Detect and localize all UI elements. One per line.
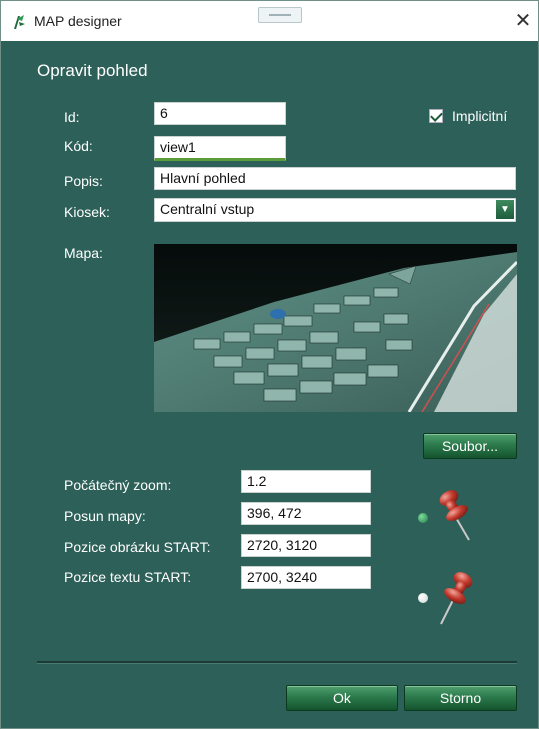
chevron-down-icon[interactable]: ▼ [496,200,514,219]
pushpin-icon[interactable] [435,570,479,633]
id-label: Id: [64,109,80,125]
footer-divider [37,661,517,663]
kiosk-selected-value: Centralní vstup [160,201,255,217]
map-designer-dialog: MAP designer ✕ Opravit pohled Id: 6 Impl… [0,0,539,729]
text-position-label: Pozice textu START: [64,569,192,585]
text-position-field[interactable]: 2700, 3240 [241,566,371,589]
cancel-button[interactable]: Storno [404,685,517,711]
map-designer-app-icon [10,13,28,31]
zoom-label: Počátečný zoom: [64,477,172,493]
description-field[interactable]: Hlavní pohled [154,167,516,190]
window-title: MAP designer [34,13,122,29]
close-icon[interactable]: ✕ [511,9,535,33]
implicit-label: Implicitní [452,108,508,124]
id-field[interactable]: 6 [154,102,286,125]
dialog-heading: Opravit pohled [37,61,148,80]
status-dot-green [418,513,428,523]
code-field[interactable]: view1 [154,136,286,161]
zoom-field[interactable]: 1.2 [241,470,371,493]
map-label: Mapa: [64,245,103,261]
pan-field[interactable]: 396, 472 [241,502,371,525]
code-label: Kód: [64,138,93,154]
title-bar[interactable]: MAP designer ✕ [1,1,538,41]
description-label: Popis: [64,173,103,189]
file-button[interactable]: Soubor... [423,433,517,459]
implicit-checkbox[interactable] [429,109,443,123]
kiosk-label: Kiosek: [64,204,110,220]
image-position-field[interactable]: 2720, 3120 [241,534,371,557]
pushpin-icon[interactable] [435,486,479,549]
image-pin-control[interactable] [413,486,483,546]
status-dot-white [418,593,428,603]
drag-handle[interactable] [258,7,302,23]
text-pin-control[interactable] [413,566,483,626]
ok-button[interactable]: Ok [286,685,398,711]
image-position-label: Pozice obrázku START: [64,539,211,555]
pan-label: Posun mapy: [64,508,146,524]
kiosk-select[interactable]: Centralní vstup ▼ [154,198,516,222]
map-preview-image [154,244,517,412]
